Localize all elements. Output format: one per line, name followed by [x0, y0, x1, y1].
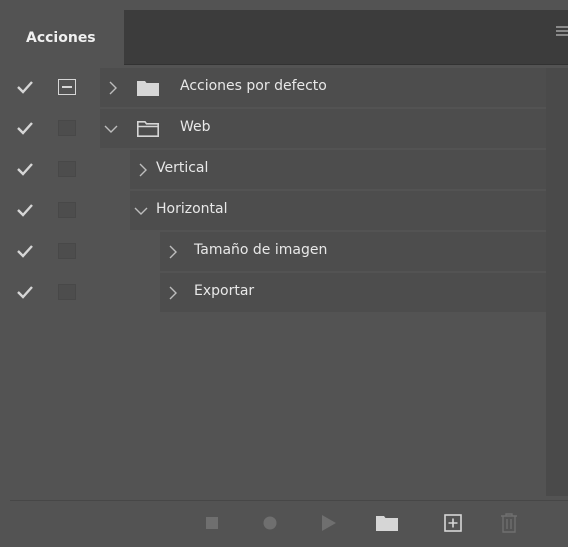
- tab-bar: Acciones: [10, 10, 568, 65]
- row-content: Horizontal: [130, 191, 546, 230]
- dialog-toggle[interactable]: [58, 202, 76, 218]
- stop-icon[interactable]: [206, 517, 218, 529]
- action-row-horizontal[interactable]: Horizontal: [10, 191, 546, 230]
- action-label: Tamaño de imagen: [194, 242, 328, 258]
- vertical-scrollbar[interactable]: [546, 68, 568, 496]
- dialog-toggle[interactable]: [58, 243, 76, 259]
- chevron-right-icon[interactable]: [168, 286, 178, 300]
- actions-list: Acciones por defecto Web Vertical Horizo…: [10, 68, 546, 496]
- chevron-down-icon[interactable]: [104, 122, 118, 136]
- check-icon[interactable]: [17, 285, 33, 299]
- action-label: Acciones por defecto: [180, 78, 327, 94]
- action-row-set-default[interactable]: Acciones por defecto: [10, 68, 546, 107]
- chevron-down-icon[interactable]: [134, 204, 148, 218]
- dialog-toggle[interactable]: [58, 120, 76, 136]
- action-label: Vertical: [156, 160, 209, 176]
- panel-menu-icon[interactable]: [556, 26, 568, 38]
- folder-icon: [137, 81, 159, 96]
- chevron-right-icon[interactable]: [168, 245, 178, 259]
- row-content: Tamaño de imagen: [160, 232, 546, 271]
- action-label: Exportar: [194, 283, 255, 299]
- play-icon[interactable]: [322, 515, 336, 531]
- row-content: Vertical: [130, 150, 546, 189]
- plus-square-icon[interactable]: [444, 514, 462, 532]
- chevron-right-icon[interactable]: [108, 81, 118, 95]
- action-label: Horizontal: [156, 201, 228, 217]
- dialog-toggle[interactable]: [58, 284, 76, 300]
- row-content: Acciones por defecto: [100, 68, 546, 107]
- folder-icon[interactable]: [376, 515, 398, 531]
- row-content: Web: [100, 109, 546, 148]
- action-row-vertical[interactable]: Vertical: [10, 150, 546, 189]
- dialog-toggle[interactable]: [58, 79, 76, 95]
- panel-footer: [10, 500, 568, 547]
- check-icon[interactable]: [17, 203, 33, 217]
- actions-panel: Acciones Acciones por defecto Web Vertic…: [10, 10, 568, 547]
- folder-open-icon: [137, 121, 159, 137]
- tab-acciones[interactable]: Acciones: [10, 10, 124, 65]
- action-row-exportar[interactable]: Exportar: [10, 273, 546, 312]
- action-label: Web: [180, 119, 211, 135]
- trash-icon[interactable]: [500, 513, 518, 533]
- row-content: Exportar: [160, 273, 546, 312]
- chevron-right-icon[interactable]: [138, 163, 148, 177]
- check-icon[interactable]: [17, 244, 33, 258]
- action-row-tamano-imagen[interactable]: Tamaño de imagen: [10, 232, 546, 271]
- record-icon[interactable]: [263, 516, 277, 530]
- dialog-toggle[interactable]: [58, 161, 76, 177]
- tab-acciones-label: Acciones: [26, 29, 96, 46]
- check-icon[interactable]: [17, 121, 33, 135]
- check-icon[interactable]: [17, 80, 33, 94]
- check-icon[interactable]: [17, 162, 33, 176]
- action-row-set-web[interactable]: Web: [10, 109, 546, 148]
